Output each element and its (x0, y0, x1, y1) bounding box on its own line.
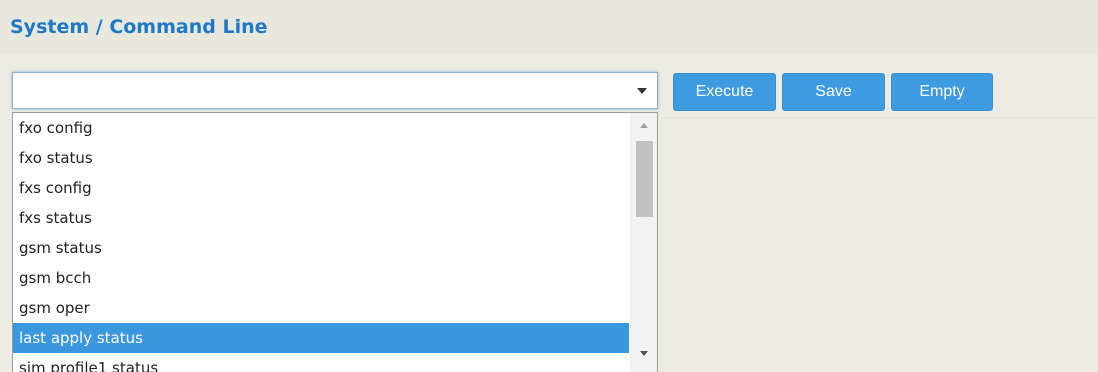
dropdown-option[interactable]: fxs config (13, 173, 629, 203)
header-band: System / Command Line (0, 0, 1098, 54)
dropdown-option[interactable]: gsm oper (13, 293, 629, 323)
chevron-down-icon[interactable] (637, 88, 647, 94)
scroll-thumb[interactable] (636, 141, 653, 217)
empty-button[interactable]: Empty (891, 73, 993, 111)
execute-button[interactable]: Execute (673, 73, 776, 111)
save-button[interactable]: Save (782, 73, 885, 111)
dropdown-option[interactable]: fxo config (13, 113, 629, 143)
scrollbar[interactable] (630, 113, 657, 372)
dropdown-option[interactable]: gsm bcch (13, 263, 629, 293)
option-list: fxo config fxo status fxs config fxs status… (13, 113, 629, 372)
command-combobox[interactable] (12, 72, 658, 109)
scroll-up-arrow-icon[interactable] (640, 123, 648, 128)
command-dropdown-list[interactable]: fxo config fxo status fxs config fxs status… (12, 112, 658, 372)
dropdown-option[interactable]: fxo status (13, 143, 629, 173)
page-title: System / Command Line (10, 16, 268, 38)
scroll-down-arrow-icon[interactable] (640, 351, 648, 356)
dropdown-option[interactable]: sim profile1 status (13, 353, 629, 372)
dropdown-option[interactable]: last apply status (13, 323, 629, 353)
content-divider (660, 117, 1098, 118)
command-input[interactable] (13, 73, 623, 108)
dropdown-option[interactable]: fxs status (13, 203, 629, 233)
dropdown-option[interactable]: gsm status (13, 233, 629, 263)
